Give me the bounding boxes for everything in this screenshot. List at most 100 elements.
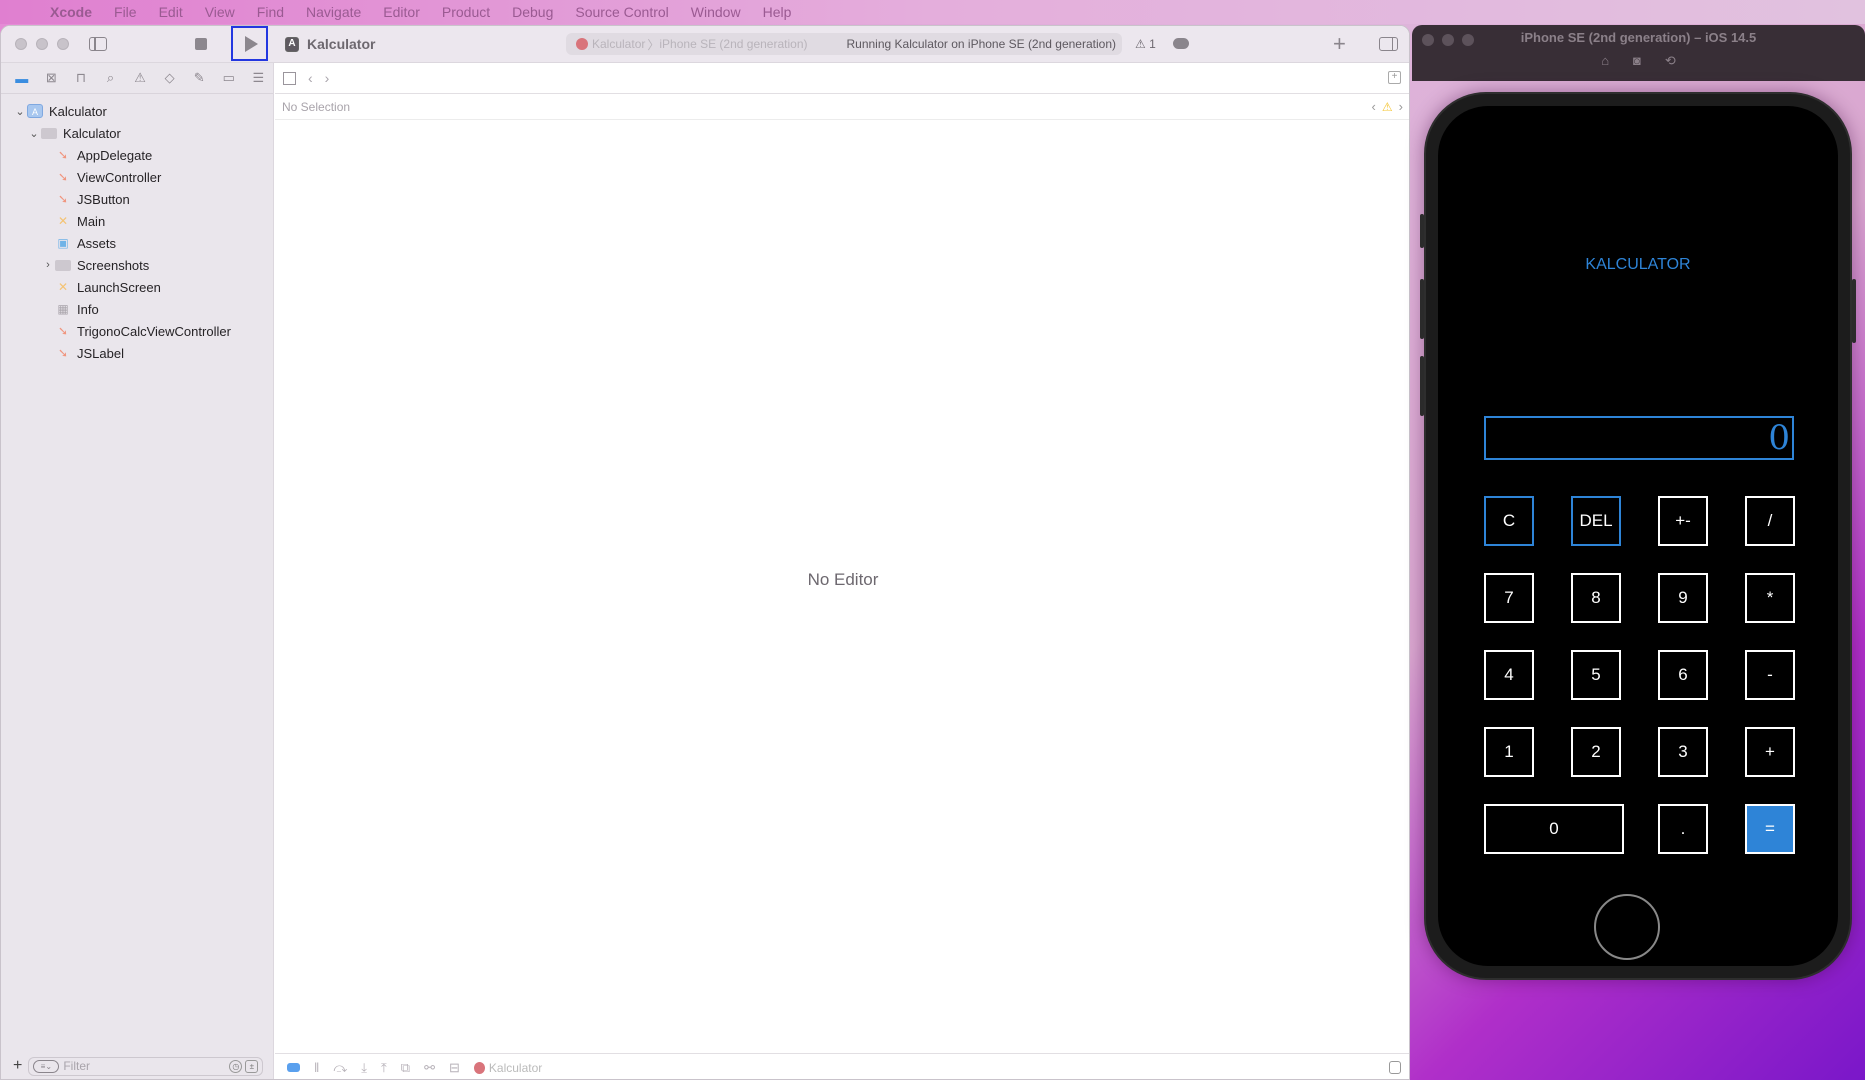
warning-indicator[interactable]: ⚠ 1 xyxy=(1135,37,1156,51)
filter-field[interactable]: ≡⌄ Filter ◷ ± xyxy=(28,1056,264,1076)
folder-icon[interactable]: ▬ xyxy=(7,71,37,86)
tree-item-file[interactable]: ✕ LaunchScreen xyxy=(1,276,273,298)
breakpoint-icon[interactable]: ▭ xyxy=(214,70,244,86)
step-in-icon[interactable]: ⤓ xyxy=(361,1060,367,1076)
symbol-icon[interactable]: ⊓ xyxy=(66,70,96,86)
chevron-down-icon[interactable]: ⌄ xyxy=(27,127,41,140)
key-C[interactable]: C xyxy=(1484,496,1534,546)
forward-icon[interactable]: › xyxy=(325,70,330,86)
run-button[interactable] xyxy=(231,26,268,61)
power-button[interactable] xyxy=(1852,279,1856,343)
tree-item-file[interactable]: ▣ Assets xyxy=(1,232,273,254)
cloud-icon[interactable] xyxy=(1173,38,1189,49)
related-items-icon[interactable] xyxy=(283,71,296,85)
breakpoints-toggle-icon[interactable] xyxy=(287,1063,300,1072)
home-button[interactable] xyxy=(1594,894,1660,960)
scheme-device[interactable]: iPhone SE (2nd generation) xyxy=(659,37,807,51)
close-window-button[interactable] xyxy=(15,38,27,50)
scheme-selector[interactable]: Kalculator 〉 iPhone SE (2nd generation) … xyxy=(566,33,1122,55)
assets-icon: ▣ xyxy=(57,236,69,250)
issue-icon[interactable]: ⚠ xyxy=(125,70,155,86)
key-2[interactable]: 2 xyxy=(1571,727,1621,777)
menu-debug[interactable]: Debug xyxy=(512,4,553,20)
volume-down-button[interactable] xyxy=(1420,356,1424,416)
view-debugger-icon[interactable]: ⧉ xyxy=(401,1060,410,1076)
debug-target[interactable]: Kalculator xyxy=(473,1061,542,1075)
tree-item-file[interactable]: ➘ AppDelegate xyxy=(1,144,273,166)
chevron-right-icon[interactable]: › xyxy=(41,259,55,271)
key-6[interactable]: 6 xyxy=(1658,650,1708,700)
key-plus[interactable]: + xyxy=(1745,727,1795,777)
tree-item-file[interactable]: ➘ JSButton xyxy=(1,188,273,210)
key-1[interactable]: 1 xyxy=(1484,727,1534,777)
tree-item-group[interactable]: › Screenshots xyxy=(1,254,273,276)
test-icon[interactable]: ◇ xyxy=(155,70,185,86)
zoom-window-button[interactable] xyxy=(57,38,69,50)
key-8[interactable]: 8 xyxy=(1571,573,1621,623)
find-icon[interactable]: ⌕ xyxy=(96,70,126,86)
console-toggle-icon[interactable] xyxy=(1389,1061,1401,1074)
key-9[interactable]: 9 xyxy=(1658,573,1708,623)
project-name: Kalculator xyxy=(307,36,376,52)
navigator-toggle-icon[interactable] xyxy=(89,37,107,51)
tree-item-file[interactable]: ✕ Main xyxy=(1,210,273,232)
previous-issue-icon[interactable]: ‹ xyxy=(1372,99,1376,114)
key-divide[interactable]: / xyxy=(1745,496,1795,546)
menu-navigate[interactable]: Navigate xyxy=(306,4,361,20)
step-out-icon[interactable]: ⤒ xyxy=(381,1060,387,1076)
key-plusminus[interactable]: +- xyxy=(1658,496,1708,546)
scheme-target[interactable]: Kalculator xyxy=(592,37,645,51)
menu-app[interactable]: Xcode xyxy=(50,4,92,20)
add-editor-icon[interactable]: + xyxy=(1388,71,1401,84)
key-7[interactable]: 7 xyxy=(1484,573,1534,623)
filter-options-icon[interactable]: ≡⌄ xyxy=(33,1059,60,1073)
source-control-filter-icon[interactable]: ± xyxy=(245,1059,259,1073)
home-icon[interactable]: ⌂ xyxy=(1601,53,1609,69)
rotate-icon[interactable]: ⟲ xyxy=(1665,53,1676,69)
key-times[interactable]: * xyxy=(1745,573,1795,623)
menu-help[interactable]: Help xyxy=(763,4,792,20)
menu-view[interactable]: View xyxy=(205,4,235,20)
key-DEL[interactable]: DEL xyxy=(1571,496,1621,546)
stop-button[interactable] xyxy=(195,38,207,50)
key-3[interactable]: 3 xyxy=(1658,727,1708,777)
volume-up-button[interactable] xyxy=(1420,279,1424,339)
next-issue-icon[interactable]: › xyxy=(1399,99,1403,114)
report-icon[interactable]: ☰ xyxy=(244,70,274,86)
menu-find[interactable]: Find xyxy=(257,4,284,20)
key-0[interactable]: 0 xyxy=(1484,804,1624,854)
menu-editor[interactable]: Editor xyxy=(383,4,420,20)
step-over-icon[interactable]: ⤼ xyxy=(333,1060,347,1076)
back-icon[interactable]: ‹ xyxy=(308,70,313,86)
source-control-icon[interactable]: ⊠ xyxy=(37,70,67,86)
menu-window[interactable]: Window xyxy=(691,4,741,20)
tree-item-file[interactable]: ➘ ViewController xyxy=(1,166,273,188)
chevron-right-icon: 〉 xyxy=(647,37,660,52)
key-5[interactable]: 5 xyxy=(1571,650,1621,700)
library-button[interactable]: + xyxy=(1333,31,1346,57)
tree-item-group[interactable]: ⌄ Kalculator xyxy=(1,122,273,144)
tree-item-file[interactable]: ➘ TrigonoCalcViewController xyxy=(1,320,273,342)
minimize-window-button[interactable] xyxy=(36,38,48,50)
warning-icon[interactable]: ⚠ xyxy=(1382,100,1393,114)
key-4[interactable]: 4 xyxy=(1484,650,1534,700)
chevron-down-icon[interactable]: ⌄ xyxy=(13,105,27,118)
tree-item-project[interactable]: ⌄ A Kalculator xyxy=(1,100,273,122)
menu-edit[interactable]: Edit xyxy=(159,4,183,20)
tree-item-file[interactable]: ▦ Info xyxy=(1,298,273,320)
menu-product[interactable]: Product xyxy=(442,4,490,20)
key-equals[interactable]: = xyxy=(1745,804,1795,854)
inspector-toggle-icon[interactable] xyxy=(1379,37,1398,51)
tree-item-file[interactable]: ➘ JSLabel xyxy=(1,342,273,364)
menu-file[interactable]: File xyxy=(114,4,137,20)
key-minus[interactable]: - xyxy=(1745,650,1795,700)
pause-icon[interactable]: ‖ xyxy=(314,1060,319,1075)
recent-files-icon[interactable]: ◷ xyxy=(229,1059,243,1073)
menu-source-control[interactable]: Source Control xyxy=(575,4,668,20)
memory-graph-icon[interactable]: ⚯ xyxy=(424,1060,435,1076)
add-file-button[interactable]: + xyxy=(13,1057,22,1075)
key-dot[interactable]: . xyxy=(1658,804,1708,854)
environment-overrides-icon[interactable]: ⊟ xyxy=(449,1060,460,1076)
debug-icon[interactable]: ✎ xyxy=(184,70,214,86)
screenshot-icon[interactable]: ◙ xyxy=(1633,53,1641,69)
